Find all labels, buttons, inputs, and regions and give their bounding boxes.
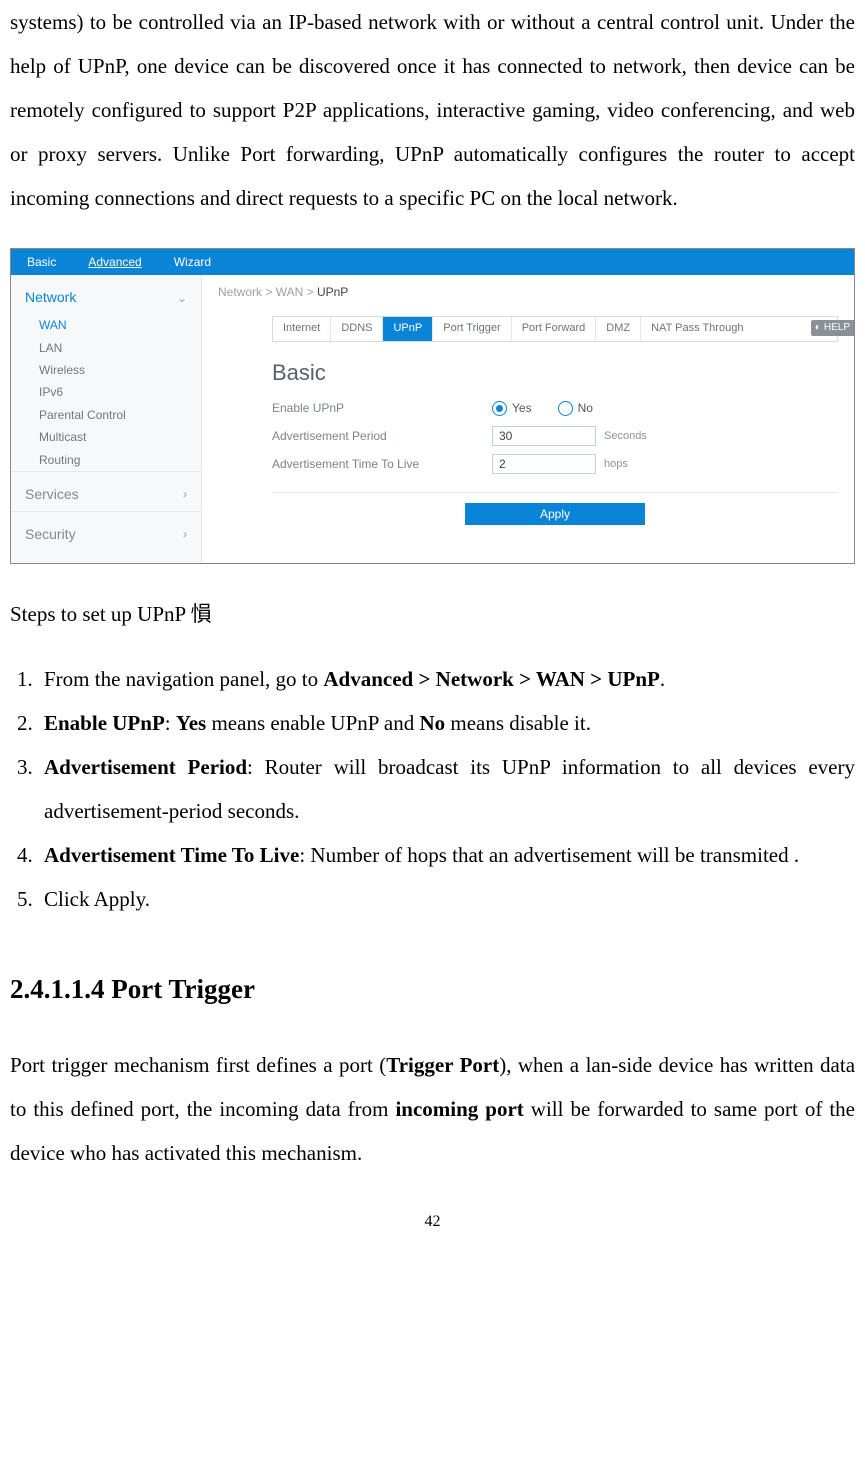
sidebar-item-wireless[interactable]: Wireless xyxy=(11,359,201,381)
radio-yes-label: Yes xyxy=(512,401,532,415)
row-adv-period: Advertisement Period Seconds xyxy=(272,422,838,450)
chevron-right-icon: › xyxy=(183,527,187,541)
step-4: Advertisement Time To Live: Number of ho… xyxy=(38,833,855,877)
router-ui-screenshot: Basic Advanced Wizard Network ⌄ WAN LAN … xyxy=(10,248,855,563)
port-trigger-paragraph: Port trigger mechanism first defines a p… xyxy=(10,1043,855,1175)
content-area: Network > WAN > UPnP Internet DDNS UPnP … xyxy=(202,275,854,562)
wtab-port-forward[interactable]: Port Forward xyxy=(512,317,597,341)
apply-button[interactable]: Apply xyxy=(465,503,645,525)
crumb-upnp: UPnP xyxy=(317,285,348,299)
row-adv-ttl: Advertisement Time To Live hops xyxy=(272,450,838,478)
crumb-wan: WAN xyxy=(276,285,304,299)
sidebar: Network ⌄ WAN LAN Wireless IPv6 Parental… xyxy=(11,275,202,562)
radio-no[interactable]: No xyxy=(558,401,593,416)
step-2-bold-e: No xyxy=(419,711,445,735)
unit-hops: hops xyxy=(604,458,628,471)
help-label: HELP xyxy=(824,322,850,334)
step-2-text-b: : xyxy=(165,711,176,735)
radio-no-label: No xyxy=(578,401,593,415)
sidebar-item-ipv6[interactable]: IPv6 xyxy=(11,381,201,403)
pt-bold-b: Trigger Port xyxy=(386,1053,499,1077)
radio-yes[interactable]: Yes xyxy=(492,401,532,416)
step-1-text-c: . xyxy=(660,667,665,691)
sidebar-item-multicast[interactable]: Multicast xyxy=(11,426,201,448)
step-4-bold: Advertisement Time To Live xyxy=(44,843,299,867)
intro-paragraph: systems) to be controlled via an IP-base… xyxy=(10,0,855,220)
pt-text-a: Port trigger mechanism first defines a p… xyxy=(10,1053,386,1077)
pt-bold-d: incoming port xyxy=(395,1097,523,1121)
sidebar-section-network[interactable]: Network ⌄ xyxy=(11,275,201,314)
help-icon: ◐ xyxy=(815,322,821,334)
steps-intro: Steps to set up UPnP 愪 xyxy=(10,592,855,636)
step-5: Click Apply. xyxy=(38,877,855,921)
step-3-bold: Advertisement Period xyxy=(44,755,247,779)
wtab-ddns[interactable]: DDNS xyxy=(331,317,383,341)
wtab-port-trigger[interactable]: Port Trigger xyxy=(433,317,511,341)
page-number: 42 xyxy=(10,1205,855,1239)
tab-advanced[interactable]: Advanced xyxy=(72,249,157,275)
step-2-bold-a: Enable UPnP xyxy=(44,711,165,735)
step-1-text-a: From the navigation panel, go to xyxy=(44,667,323,691)
unit-seconds: Seconds xyxy=(604,430,647,443)
wtab-dmz[interactable]: DMZ xyxy=(596,317,641,341)
chevron-right-icon: › xyxy=(183,487,187,501)
step-2: Enable UPnP: Yes means enable UPnP and N… xyxy=(38,701,855,745)
row-enable-upnp: Enable UPnP Yes No xyxy=(272,394,838,422)
input-adv-ttl[interactable] xyxy=(492,454,596,474)
step-1: From the navigation panel, go to Advance… xyxy=(38,657,855,701)
sidebar-network-label: Network xyxy=(25,289,76,306)
tab-basic[interactable]: Basic xyxy=(11,249,72,275)
step-2-bold-c: Yes xyxy=(176,711,206,735)
panel-title: Basic xyxy=(202,342,854,394)
wtab-internet[interactable]: Internet xyxy=(273,317,331,341)
input-adv-period[interactable] xyxy=(492,426,596,446)
section-heading-port-trigger: 2.4.1.1.4 Port Trigger xyxy=(10,961,855,1018)
label-adv-ttl: Advertisement Time To Live xyxy=(272,457,492,471)
sidebar-section-security[interactable]: Security › xyxy=(11,511,201,551)
help-button[interactable]: ◐ HELP xyxy=(811,320,854,336)
sidebar-section-services[interactable]: Services › xyxy=(11,471,201,511)
label-enable-upnp: Enable UPnP xyxy=(272,401,492,415)
label-adv-period: Advertisement Period xyxy=(272,429,492,443)
sidebar-security-label: Security xyxy=(25,526,76,543)
step-1-bold: Advanced > Network > WAN > UPnP xyxy=(323,667,660,691)
wtab-nat[interactable]: NAT Pass Through xyxy=(641,317,753,341)
sidebar-item-lan[interactable]: LAN xyxy=(11,337,201,359)
sidebar-item-wan[interactable]: WAN xyxy=(11,314,201,336)
wtab-upnp[interactable]: UPnP xyxy=(383,317,433,341)
step-2-text-f: means disable it. xyxy=(445,711,591,735)
tab-wizard[interactable]: Wizard xyxy=(158,249,227,275)
top-nav: Basic Advanced Wizard xyxy=(11,249,854,275)
sidebar-item-routing[interactable]: Routing xyxy=(11,449,201,471)
breadcrumb: Network > WAN > UPnP xyxy=(202,275,854,309)
chevron-down-icon: ⌄ xyxy=(177,291,187,305)
step-3: Advertisement Period: Router will broadc… xyxy=(38,745,855,833)
crumb-network: Network xyxy=(218,285,262,299)
step-4-text: : Number of hops that an advertisement w… xyxy=(299,843,799,867)
step-2-text-d: means enable UPnP and xyxy=(206,711,419,735)
steps-list: From the navigation panel, go to Advance… xyxy=(10,657,855,922)
sidebar-item-parental[interactable]: Parental Control xyxy=(11,404,201,426)
sidebar-services-label: Services xyxy=(25,486,79,503)
wan-tabs: Internet DDNS UPnP Port Trigger Port For… xyxy=(272,316,838,342)
